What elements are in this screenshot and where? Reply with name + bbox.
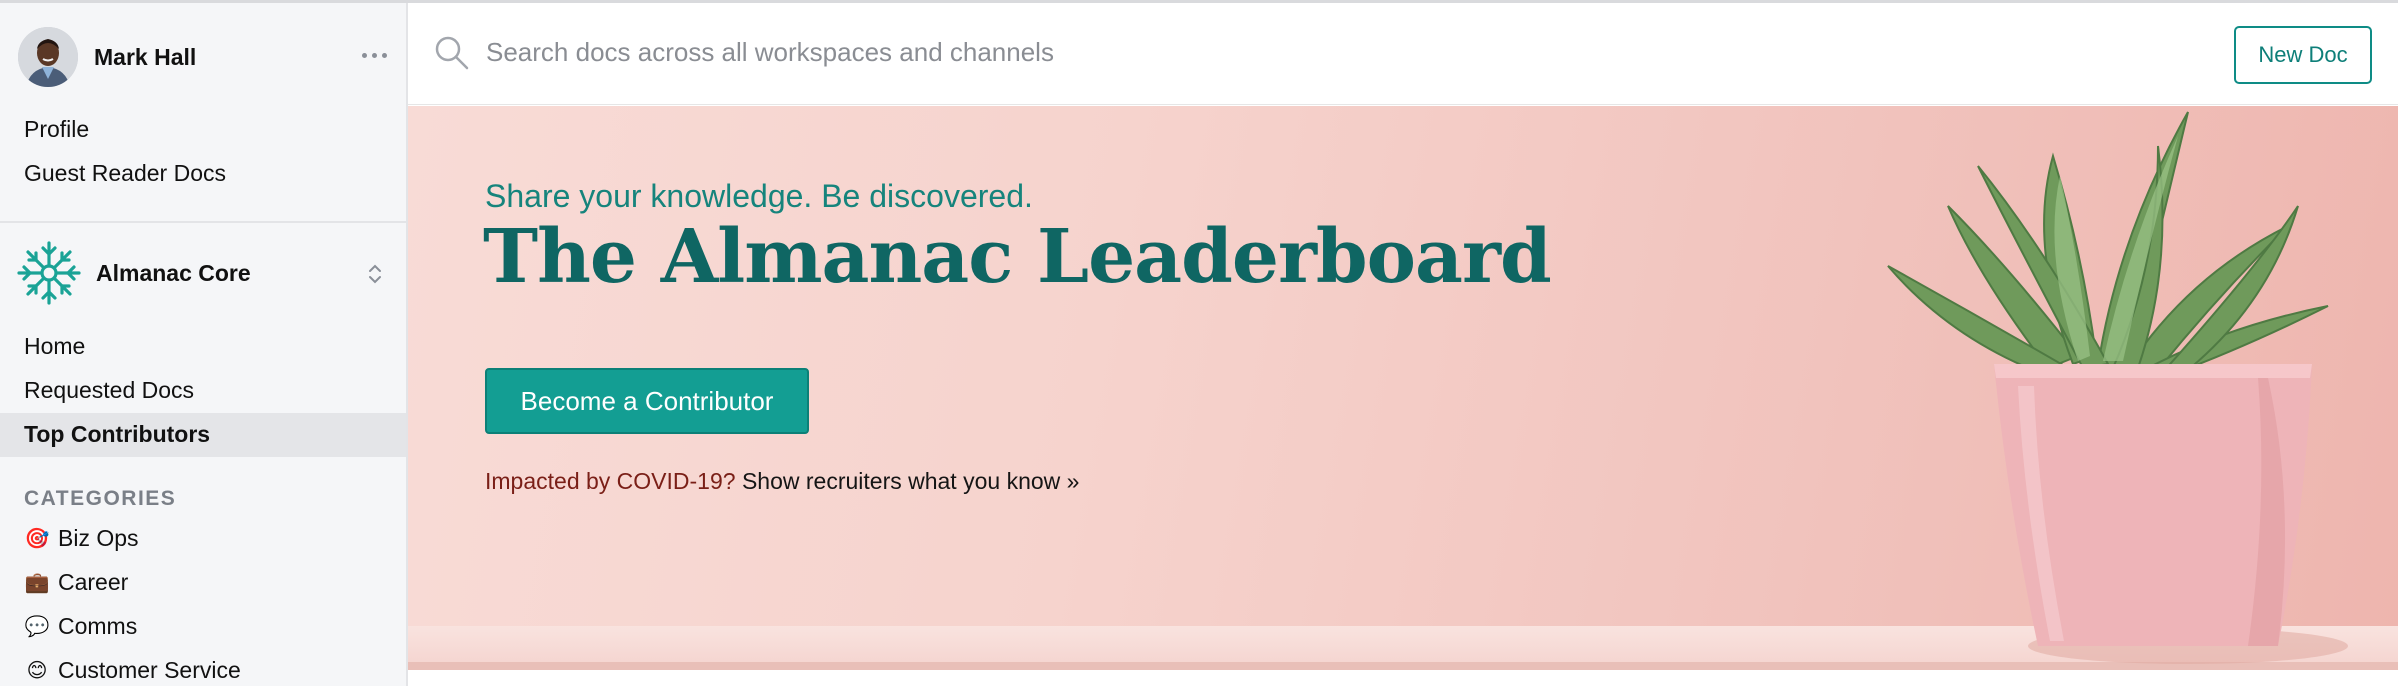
sidebar-item-top-contributors[interactable]: Top Contributors xyxy=(24,421,210,448)
sidebar-divider xyxy=(0,221,406,223)
sidebar: Mark Hall Profile Guest Reader Docs Alma… xyxy=(0,3,408,686)
workspace-switcher[interactable]: Almanac Core xyxy=(16,239,390,307)
avatar[interactable] xyxy=(18,27,78,87)
category-label: Comms xyxy=(58,613,138,639)
category-career[interactable]: 💼 Career xyxy=(24,569,129,596)
show-recruiters-link[interactable]: Show recruiters what you know » xyxy=(742,468,1080,494)
hero-subtitle: Share your knowledge. Be discovered. xyxy=(485,178,1033,214)
hero-banner: Share your knowledge. Be discovered. The… xyxy=(408,106,2398,670)
category-customer-service[interactable]: 😊 Customer Service xyxy=(24,657,241,684)
smiley-icon: 😊 xyxy=(26,660,48,682)
user-name: Mark Hall xyxy=(94,43,197,70)
page-title: The Almanac Leaderboard xyxy=(483,214,1552,300)
search-icon xyxy=(435,36,469,70)
covid-note-prefix: Impacted by COVID-19? xyxy=(485,468,736,494)
speech-bubble-icon: 💬 xyxy=(24,616,50,638)
user-row[interactable]: Mark Hall xyxy=(18,25,390,89)
covid-note: Impacted by COVID-19? Show recruiters wh… xyxy=(485,468,1079,495)
become-contributor-button[interactable]: Become a Contributor xyxy=(485,368,809,434)
more-horizontal-icon[interactable] xyxy=(358,45,390,65)
chevron-up-down-icon[interactable] xyxy=(366,261,384,287)
sidebar-item-requested-docs[interactable]: Requested Docs xyxy=(24,377,194,404)
sidebar-item-profile[interactable]: Profile xyxy=(24,116,89,143)
target-icon: 🎯 xyxy=(24,528,50,550)
snowflake-logo-icon xyxy=(17,241,81,305)
search-input[interactable] xyxy=(486,31,1386,73)
category-label: Customer Service xyxy=(58,657,241,683)
sidebar-item-home[interactable]: Home xyxy=(24,333,85,360)
new-doc-button[interactable]: New Doc xyxy=(2234,26,2372,84)
category-label: Career xyxy=(58,569,129,595)
category-label: Biz Ops xyxy=(58,525,139,551)
category-comms[interactable]: 💬 Comms xyxy=(24,613,138,640)
top-bar: New Doc xyxy=(408,3,2398,105)
workspace-name: Almanac Core xyxy=(96,259,251,286)
aloe-plant-image xyxy=(1887,111,2348,664)
sidebar-item-guest-reader-docs[interactable]: Guest Reader Docs xyxy=(24,160,226,187)
categories-heading: CATEGORIES xyxy=(24,487,177,510)
briefcase-icon: 💼 xyxy=(24,572,50,594)
category-biz-ops[interactable]: 🎯 Biz Ops xyxy=(24,525,139,552)
